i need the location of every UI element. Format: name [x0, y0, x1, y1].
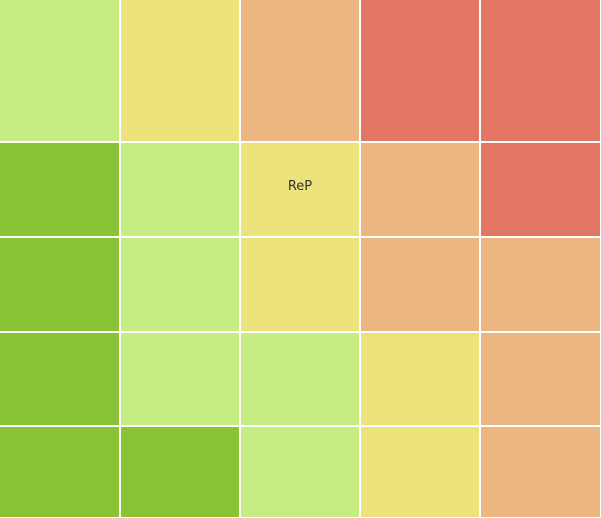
heatmap-cell-r5-c1 — [0, 427, 119, 517]
heatmap-cell-r2-c1 — [0, 143, 119, 236]
risk-heatmap: ReP — [0, 0, 600, 517]
heatmap-cell-r3-c2 — [121, 238, 239, 331]
heatmap-cell-r1-c1 — [0, 0, 119, 141]
heatmap-cell-r4-c1 — [0, 333, 119, 425]
heatmap-cell-r3-c4 — [361, 238, 479, 331]
heatmap-cell-r4-c2 — [121, 333, 239, 425]
heatmap-cell-r2-c5 — [481, 143, 600, 236]
heatmap-cell-r1-c4 — [361, 0, 479, 141]
heatmap-cell-r3-c5 — [481, 238, 600, 331]
heatmap-cell-r5-c4 — [361, 427, 479, 517]
heatmap-cell-r5-c2 — [121, 427, 239, 517]
heatmap-cell-r5-c5 — [481, 427, 600, 517]
heatmap-cell-r5-c3 — [241, 427, 359, 517]
heatmap-cell-r2-c4 — [361, 143, 479, 236]
heatmap-cell-r2-c2 — [121, 143, 239, 236]
heatmap-cell-r4-c5 — [481, 333, 600, 425]
heatmap-cell-r4-c4 — [361, 333, 479, 425]
heatmap-cell-r3-c3 — [241, 238, 359, 331]
heatmap-cell-r1-c5 — [481, 0, 600, 141]
heatmap-cell-r1-c3 — [241, 0, 359, 141]
heatmap-cell-r1-c2 — [121, 0, 239, 141]
cell-annotation-label: ReP — [288, 179, 312, 194]
heatmap-cell-r4-c3 — [241, 333, 359, 425]
heatmap-cell-r3-c1 — [0, 238, 119, 331]
